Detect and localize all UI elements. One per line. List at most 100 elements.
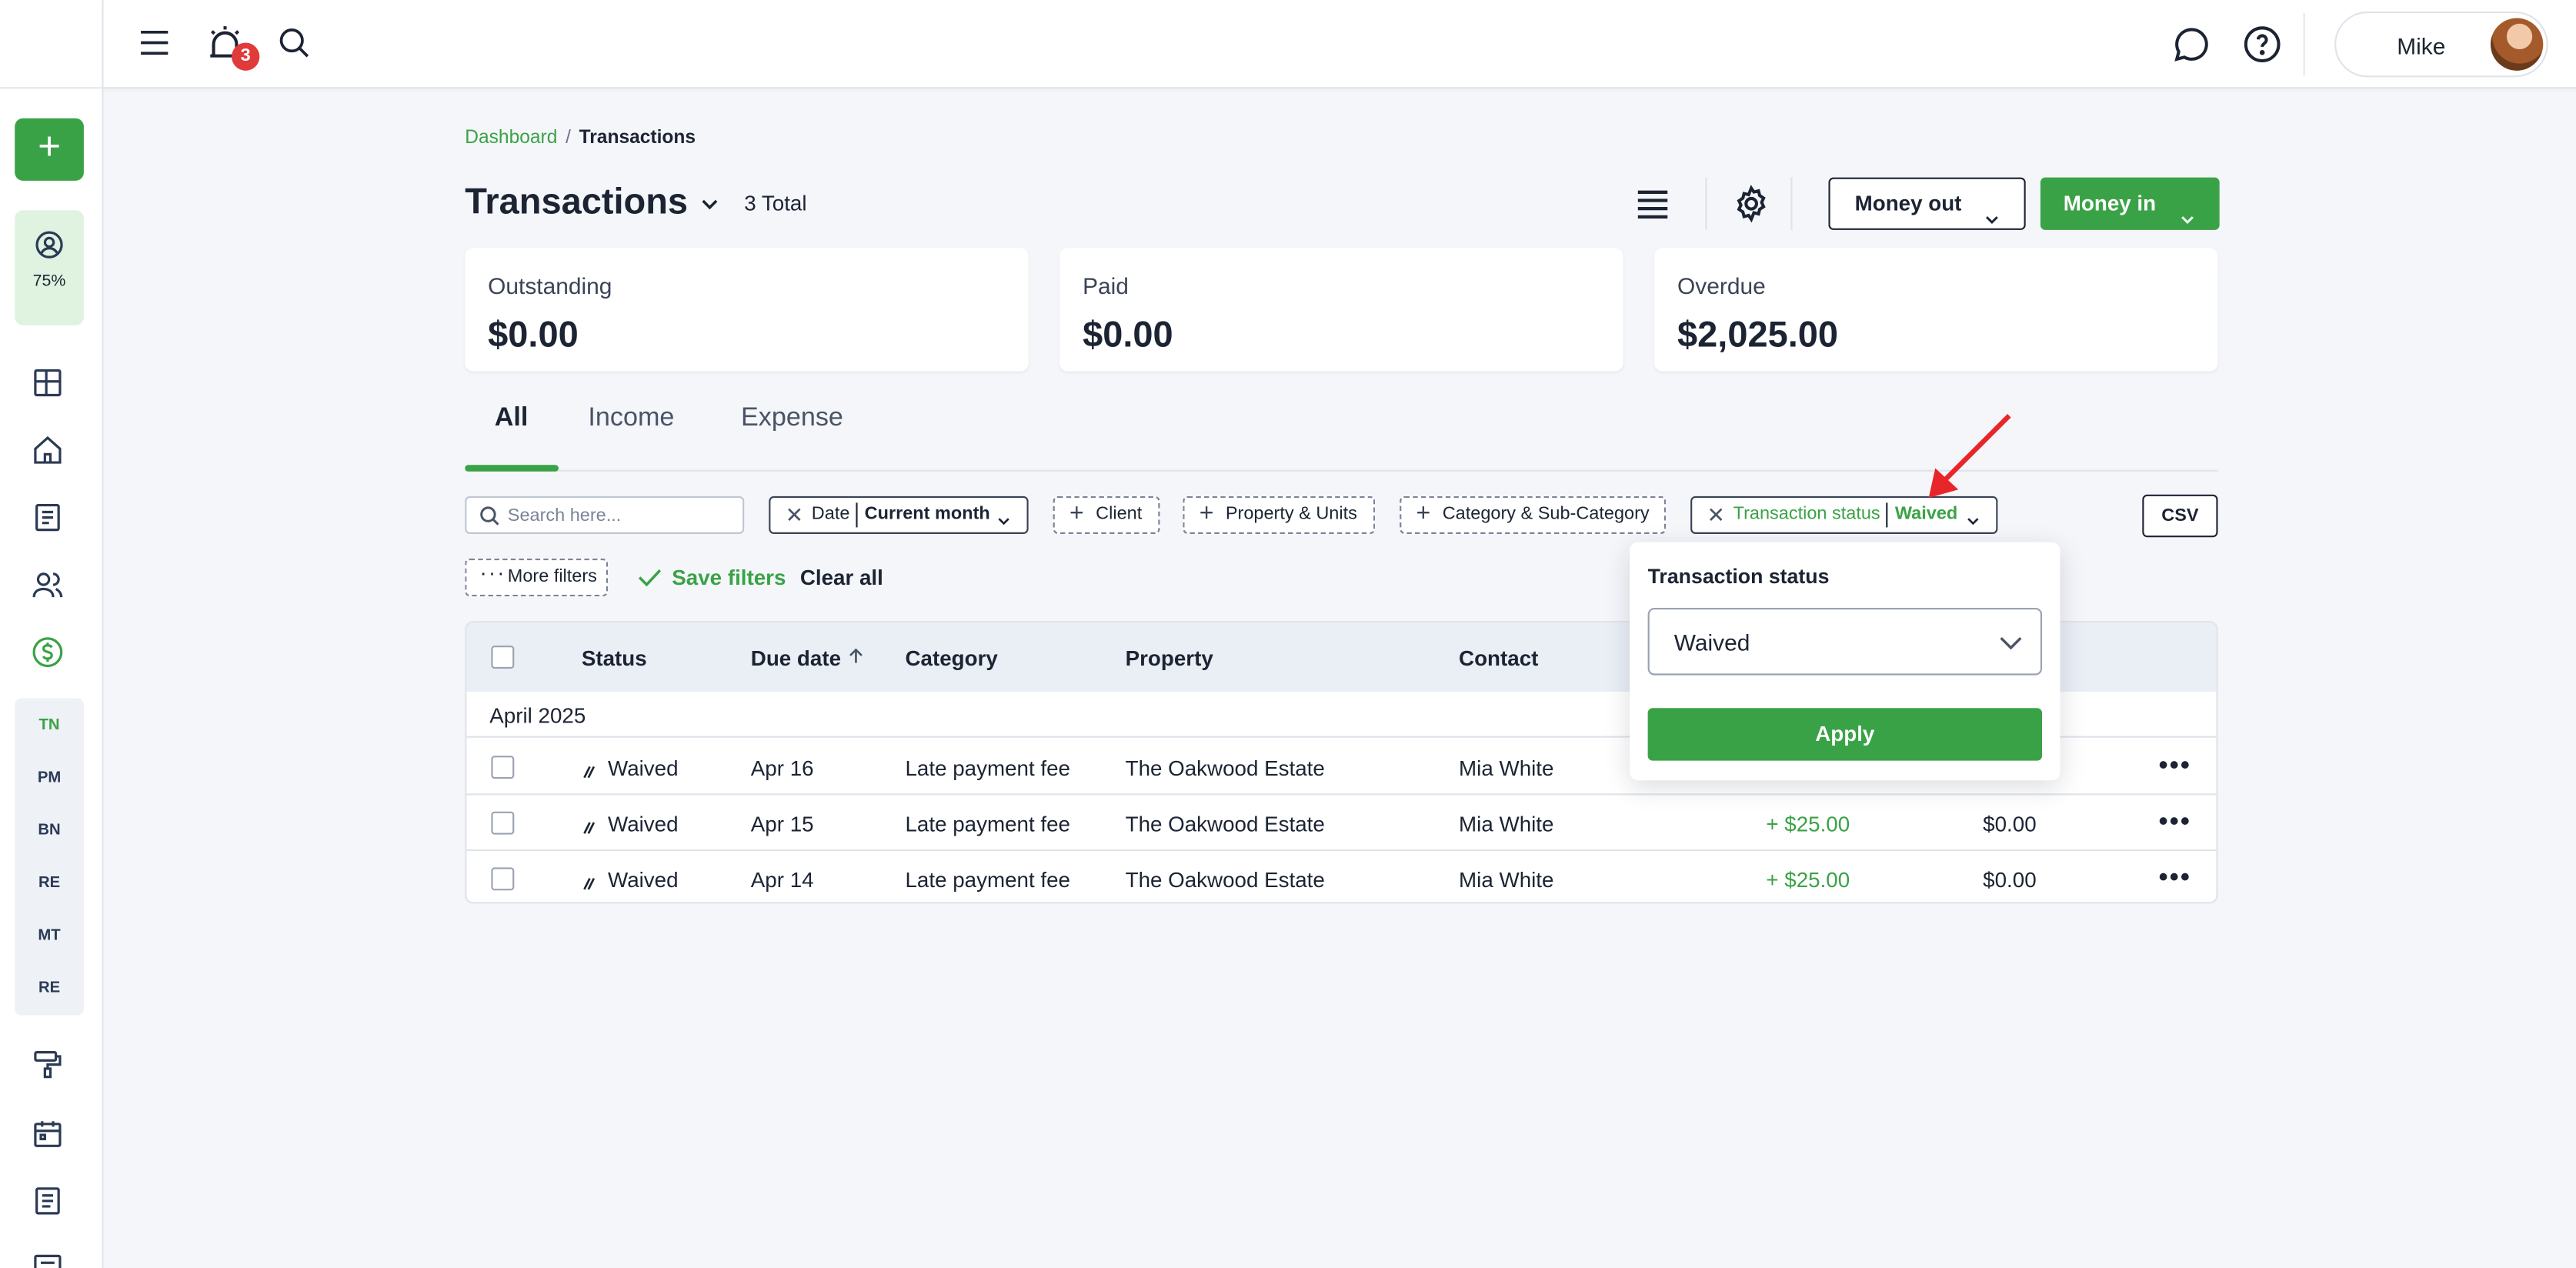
money-out-label: Money out [1854, 190, 1962, 215]
row-actions-icon[interactable]: ••• [2159, 809, 2191, 838]
user-name: Mike [2397, 32, 2446, 59]
row-property[interactable]: The Oakwood Estate [1126, 756, 1325, 780]
card-value: $2,025.00 [1677, 313, 1839, 355]
chevron-down-icon [996, 508, 1012, 542]
breadcrumb-dashboard[interactable]: Dashboard [465, 128, 557, 148]
plus-icon: + [1416, 499, 1431, 528]
property-filter-chip[interactable]: + Property & Units [1183, 496, 1376, 534]
save-filters-button[interactable]: Save filters [637, 566, 786, 590]
card-value: $0.00 [1083, 313, 1173, 355]
close-icon[interactable]: ✕ [1707, 498, 1724, 532]
tab-all[interactable]: All [495, 404, 529, 433]
row-contact[interactable]: Mia White [1459, 756, 1553, 780]
category-filter-chip[interactable]: + Category & Sub-Category [1400, 496, 1667, 534]
row-actions-icon[interactable]: ••• [2159, 752, 2191, 782]
sidebar-shortcut-mt[interactable]: MT [15, 926, 84, 944]
outstanding-card: Outstanding $0.00 [465, 248, 1029, 372]
avatar [2490, 18, 2544, 71]
sidebar-shortcut-re[interactable]: RE [15, 874, 84, 892]
row-contact[interactable]: Mia White [1459, 867, 1553, 892]
row-checkbox[interactable] [491, 811, 515, 835]
home-icon[interactable] [32, 434, 68, 470]
calendar-icon[interactable] [32, 1117, 68, 1153]
breadcrumb-separator: / [566, 128, 571, 148]
csv-export-button[interactable]: CSV [2142, 494, 2218, 538]
dollar-circle-icon[interactable] [32, 636, 68, 672]
row-due-date: Apr 14 [750, 867, 814, 893]
profile-progress[interactable]: 75% [15, 210, 84, 325]
search-input[interactable] [507, 501, 738, 529]
status-select[interactable]: Waived [1647, 608, 2043, 676]
row-amount: + $25.00 [1766, 867, 1850, 893]
card-label: Paid [1083, 272, 1129, 299]
table-row[interactable]: Waived Apr 14 Late payment fee The Oakwo… [466, 851, 2216, 902]
column-category[interactable]: Category [905, 646, 997, 670]
paint-roller-icon[interactable] [32, 1048, 68, 1084]
column-contact[interactable]: Contact [1459, 646, 1538, 670]
more-dots-icon: ··· [479, 560, 506, 586]
user-circle-icon [15, 230, 84, 268]
row-property[interactable]: The Oakwood Estate [1126, 812, 1325, 836]
row-balance: $0.00 [1983, 867, 2037, 893]
date-filter-chip[interactable]: ✕ Date Current month [769, 496, 1029, 534]
group-month: April 2025 [489, 702, 586, 728]
column-due-date[interactable]: Due date [750, 646, 863, 671]
breadcrumb-current: Transactions [579, 128, 696, 148]
select-all-checkbox[interactable] [491, 646, 515, 669]
row-category: Late payment fee [905, 811, 1071, 836]
row-category: Late payment fee [905, 867, 1071, 893]
tab-income[interactable]: Income [588, 404, 674, 433]
chat-icon[interactable] [2172, 25, 2211, 72]
user-menu[interactable]: Mike [2334, 11, 2548, 78]
check-icon [637, 567, 662, 593]
list-view-icon[interactable] [1633, 184, 1672, 232]
chevron-down-icon [1983, 197, 2000, 246]
progress-percentage: 75% [32, 272, 66, 291]
more-filters-button[interactable]: ··· More filters [465, 558, 609, 597]
sidebar-shortcuts [15, 698, 84, 1016]
gear-icon[interactable] [1732, 184, 1771, 232]
client-filter-label: Client [1096, 504, 1143, 525]
close-icon[interactable]: ✕ [786, 498, 803, 532]
more-filters-label: More filters [507, 566, 597, 587]
page-title[interactable]: Transactions [465, 181, 688, 224]
document-icon[interactable] [32, 1184, 68, 1220]
status-filter-popover: Transaction status Waived Apply [1630, 542, 2060, 781]
row-checkbox[interactable] [491, 867, 515, 891]
category-filter-label: Category & Sub-Category [1442, 504, 1650, 525]
sidebar-shortcut-re-2[interactable]: RE [15, 979, 84, 997]
apply-button[interactable]: Apply [1647, 708, 2043, 761]
leases-icon[interactable] [32, 501, 68, 537]
sort-arrow-up-icon [846, 646, 866, 672]
row-contact[interactable]: Mia White [1459, 812, 1553, 836]
row-checkbox[interactable] [491, 756, 515, 779]
row-due-date: Apr 15 [750, 811, 814, 836]
row-actions-icon[interactable]: ••• [2159, 864, 2191, 893]
status-filter-label: Transaction status [1733, 504, 1880, 525]
money-out-button[interactable]: Money out [1828, 177, 2026, 230]
column-property[interactable]: Property [1126, 646, 1213, 670]
row-status: Waived [608, 867, 679, 893]
chevron-down-icon[interactable] [698, 192, 721, 224]
client-filter-chip[interactable]: + Client [1053, 496, 1160, 534]
dashboard-icon[interactable] [32, 366, 68, 402]
table-row[interactable]: Waived Apr 15 Late payment fee The Oakwo… [466, 795, 2217, 852]
search-icon[interactable] [276, 25, 312, 69]
people-icon[interactable] [32, 569, 68, 605]
sidebar-shortcut-pm[interactable]: PM [15, 769, 84, 786]
plus-icon: + [1199, 499, 1214, 528]
column-due-date-label: Due date [750, 646, 842, 671]
column-status[interactable]: Status [582, 646, 647, 670]
reports-icon[interactable] [32, 1252, 68, 1268]
waived-icon [582, 871, 598, 900]
clear-all-button[interactable]: Clear all [800, 566, 883, 590]
help-icon[interactable] [2243, 25, 2282, 72]
menu-icon[interactable] [136, 25, 172, 69]
add-button[interactable]: + [15, 118, 84, 181]
row-property[interactable]: The Oakwood Estate [1126, 867, 1325, 892]
sidebar-shortcut-tn[interactable]: TN [15, 716, 84, 734]
money-in-button[interactable]: Money in [2040, 177, 2220, 230]
tab-expense[interactable]: Expense [741, 404, 843, 433]
sidebar-shortcut-bn[interactable]: BN [15, 822, 84, 839]
row-amount: + $25.00 [1766, 811, 1850, 836]
